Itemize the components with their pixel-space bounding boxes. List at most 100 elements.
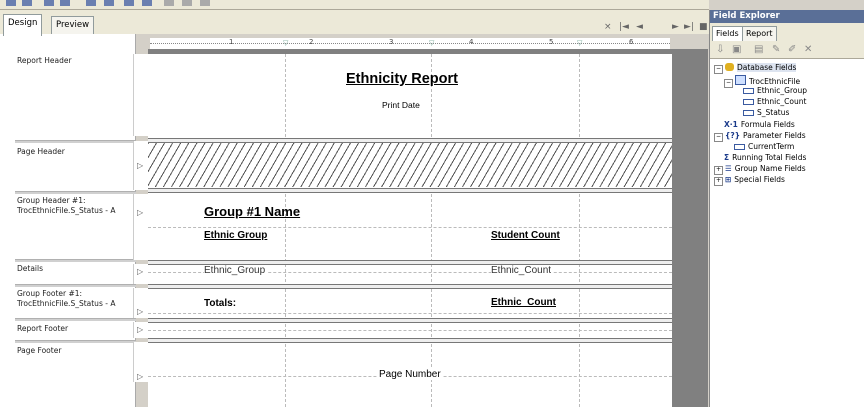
section-label-page-footer[interactable]: Page Footer [17,346,135,356]
report-title[interactable]: Ethnicity Report [346,71,458,87]
tab-fields[interactable]: Fields [712,26,743,41]
toolbar-icon[interactable] [86,0,96,6]
row-marker-icon: ▷ [137,208,144,217]
horizontal-guide[interactable] [148,227,672,228]
page-number-field[interactable]: Page Number [377,369,443,380]
toolbar-icon[interactable] [60,0,70,6]
ethnic-group-field[interactable]: Ethnic_Group [204,265,268,276]
tree-item-current-term[interactable]: CurrentTerm [734,142,794,152]
field-icon [743,110,754,116]
tree-item-field[interactable]: S_Status [743,108,789,118]
ruler-tick: 1 [229,38,234,46]
toolbar-icon[interactable] [124,0,134,6]
browse-icon[interactable]: ▣ [732,44,741,55]
section-label-group-footer[interactable]: Group Footer #1: TrocEthnicFile.S_Status… [17,289,135,309]
tree-item-field[interactable]: Ethnic_Group [743,86,807,96]
group-icon: ☰ [725,164,732,173]
parameter-field-icon [734,144,745,150]
insert-field-icon[interactable]: ⇩ [716,44,724,55]
row-marker-icon: ▷ [137,307,144,316]
formula-icon: X·1 [724,120,738,129]
horizontal-guide[interactable] [148,313,672,314]
toolbar-icon[interactable] [6,0,16,6]
student-count-header[interactable]: Student Count [491,230,560,241]
horizontal-guide[interactable] [148,330,672,331]
toolbar-icon[interactable] [164,0,174,6]
print-date-field[interactable]: Print Date [382,100,420,110]
tree-item-database-fields[interactable]: − Database Fields [714,63,797,74]
rename-icon[interactable]: ✐ [788,44,796,55]
toolbar-icon[interactable] [22,0,32,6]
page-header-suppressed-band[interactable] [148,143,672,187]
field-explorer-tabs: Fields Report [710,23,864,41]
guide-marker-icon[interactable]: ▽ [577,39,582,47]
section-label-group-header[interactable]: Group Header #1: TrocEthnicFile.S_Status… [17,196,135,216]
tree-item-group-name-fields[interactable]: + ☰ Group Name Fields [714,164,806,175]
vertical-guide[interactable] [431,54,432,407]
section-divider [15,191,136,194]
new-icon[interactable]: ▤ [754,44,763,55]
tree-item-field[interactable]: Ethnic_Count [743,97,806,107]
tab-report[interactable]: Report [742,26,777,41]
toolbar-icon[interactable] [182,0,192,6]
row-marker-icon: ▷ [137,267,144,276]
section-label-report-header[interactable]: Report Header [17,56,135,66]
vertical-guide[interactable] [285,54,286,407]
expand-icon[interactable]: + [714,177,723,186]
group-name-field[interactable]: Group #1 Name [204,204,300,219]
tree-item-formula-fields[interactable]: X·1 Formula Fields [724,120,795,130]
tree-label: Running Total Fields [732,153,807,162]
expand-icon[interactable]: + [714,166,723,175]
field-icon [743,99,754,105]
collapse-icon[interactable]: − [714,65,723,74]
tab-design[interactable]: Design [3,14,43,36]
special-fields-icon: ⊞ [725,175,732,184]
band-separator[interactable] [148,338,672,343]
section-label-page-header[interactable]: Page Header [17,147,135,157]
vertical-ruler [133,194,148,260]
tree-item-running-total-fields[interactable]: Σ Running Total Fields [724,153,806,163]
delete-icon[interactable]: ✕ [804,44,812,55]
row-marker-icon: ▷ [137,161,144,170]
tree-item-parameter-fields[interactable]: − {?} Parameter Fields [714,131,806,142]
band-separator[interactable] [148,284,672,289]
collapse-icon[interactable]: − [714,133,723,142]
prev-page-icon[interactable]: ◄ [636,22,643,32]
vertical-guide[interactable] [579,54,580,407]
sigma-icon: Σ [724,153,730,162]
band-separator[interactable] [148,188,672,193]
toolbar-icon[interactable] [200,0,210,6]
vertical-ruler [133,54,148,136]
tree-label: Special Fields [734,175,785,184]
toolbar-icon[interactable] [44,0,54,6]
collapse-icon[interactable]: − [724,79,733,88]
first-page-icon[interactable]: |◄ [619,22,629,32]
ethnic-count-field[interactable]: Ethnic_Count [491,265,554,276]
tree-item-special-fields[interactable]: + ⊞ Special Fields [714,175,785,186]
tree-label: Formula Fields [740,120,795,129]
section-label-details[interactable]: Details [17,264,135,274]
field-explorer-panel: Field Explorer Fields Report ⇩ ▣ ▤ ✎ ✐ ✕… [709,10,864,407]
guide-marker-icon[interactable]: ▽ [283,39,288,47]
toolbar-icon[interactable] [142,0,152,6]
edit-icon[interactable]: ✎ [772,44,780,55]
section-divider [15,259,136,262]
stop-icon[interactable]: ■ [699,22,708,32]
totals-label[interactable]: Totals: [204,298,236,309]
toolbar-icon[interactable] [104,0,114,6]
report-canvas: Ethnicity Report Print Date Group #1 Nam… [148,54,672,407]
tree-label: CurrentTerm [748,142,795,151]
last-page-icon[interactable]: ►| [684,22,694,32]
band-separator[interactable] [148,318,672,323]
tab-preview[interactable]: Preview [51,16,95,35]
close-icon[interactable]: × [604,22,612,32]
ethnic-count-total-field[interactable]: Ethnic_Count [491,297,556,308]
row-marker-icon: ▷ [137,372,144,381]
ruler-tick: 2 [309,38,314,46]
top-toolbar [0,0,709,10]
guide-marker-icon[interactable]: ▽ [429,39,434,47]
ethnic-group-header[interactable]: Ethnic Group [204,230,267,241]
next-page-icon[interactable]: ► [672,22,679,32]
tree-label: Ethnic_Count [757,97,807,106]
section-label-report-footer[interactable]: Report Footer [17,324,135,334]
